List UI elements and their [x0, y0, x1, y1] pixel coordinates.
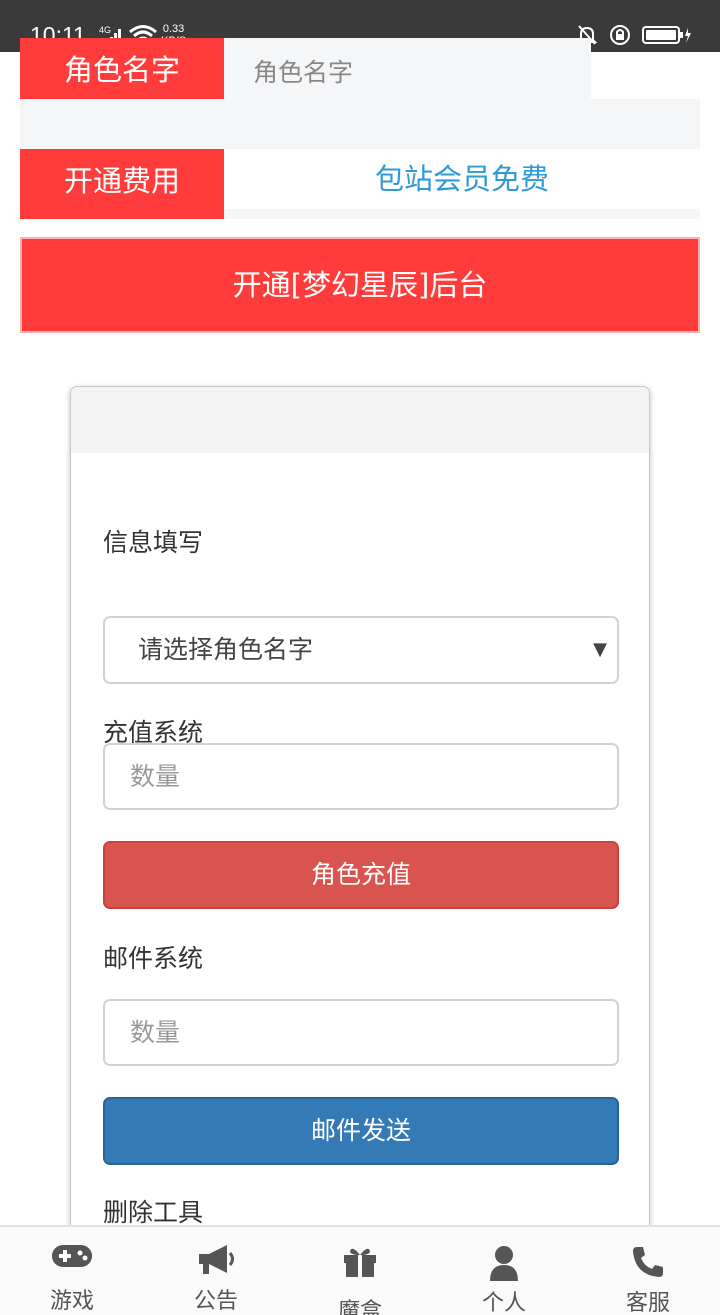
fee-row: 开通费用 包站会员免费	[20, 149, 700, 219]
gift-icon	[344, 1248, 376, 1277]
nav-label-notice: 公告	[193, 1289, 238, 1314]
card-header	[71, 387, 649, 453]
nav-label-game: 游戏	[49, 1289, 94, 1314]
fee-value: 包站会员免费	[224, 149, 700, 209]
role-name-row: 角色名字 角色名字	[20, 38, 700, 109]
chevron-down-icon: ▼	[593, 639, 607, 660]
recharge-button[interactable]: 角色充值	[103, 841, 619, 909]
role-select[interactable]: 请选择角色名字 ▼	[103, 616, 619, 684]
mail-title: 邮件系统	[103, 944, 204, 973]
send-mail-button[interactable]: 邮件发送	[103, 1097, 619, 1165]
nav-label-profile: 个人	[481, 1291, 526, 1315]
mail-amount-input[interactable]: 数量	[103, 999, 619, 1066]
row-spacer	[20, 99, 700, 149]
row-spacer	[224, 209, 700, 219]
open-backend-button[interactable]: 开通[梦幻星辰]后台	[20, 237, 700, 333]
role-select-value: 请选择角色名字	[138, 635, 314, 664]
user-icon	[490, 1246, 518, 1281]
bottom-nav: 游戏 公告 魔盒 个人 客服	[0, 1225, 720, 1315]
nav-item-notice[interactable]: 公告	[144, 1227, 288, 1315]
delete-tool-title: 删除工具	[103, 1198, 204, 1227]
gamepad-icon	[52, 1245, 92, 1267]
nav-item-game[interactable]: 游戏	[0, 1227, 144, 1315]
recharge-amount-input[interactable]: 数量	[103, 743, 619, 810]
nav-label-service: 客服	[625, 1291, 670, 1315]
nav-item-profile[interactable]: 个人	[432, 1227, 576, 1315]
info-title: 信息填写	[103, 528, 204, 557]
info-card: 信息填写 请选择角色名字 ▼ 充值系统 数量 角色充值 邮件系统 数量 邮件发送…	[70, 386, 650, 1286]
nav-item-box[interactable]: 魔盒	[288, 1227, 432, 1315]
nav-item-service[interactable]: 客服	[576, 1227, 720, 1315]
fee-label: 开通费用	[20, 149, 224, 219]
nav-label-box: 魔盒	[337, 1299, 382, 1315]
phone-icon	[633, 1247, 663, 1277]
megaphone-icon	[199, 1245, 234, 1274]
role-name-input[interactable]: 角色名字	[224, 38, 591, 108]
